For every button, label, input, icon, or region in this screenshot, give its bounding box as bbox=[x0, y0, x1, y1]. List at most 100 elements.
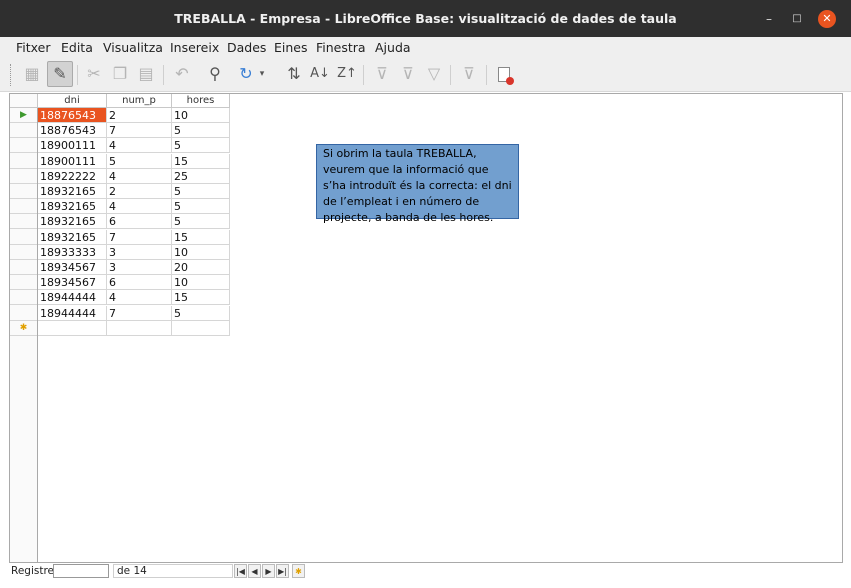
row-header[interactable] bbox=[10, 245, 37, 260]
cell-dni[interactable]: 18900111 bbox=[38, 153, 107, 169]
new-row-indicator-icon[interactable]: ✱ bbox=[10, 321, 37, 336]
cell-num-p[interactable]: 2 bbox=[107, 184, 172, 199]
sort-descending-icon[interactable]: Z↑ bbox=[335, 62, 359, 86]
row-header[interactable] bbox=[10, 260, 37, 275]
edit-data-icon[interactable]: ✎ bbox=[47, 61, 73, 87]
menu-dades[interactable]: Dades bbox=[227, 40, 266, 55]
copy-icon[interactable]: ❐ bbox=[108, 62, 132, 86]
row-header[interactable] bbox=[10, 275, 37, 291]
cell-num-p[interactable]: 4 bbox=[107, 138, 172, 154]
cell-dni[interactable]: 18932165 bbox=[38, 214, 107, 230]
cell-hores[interactable] bbox=[172, 320, 230, 336]
row-header[interactable] bbox=[10, 169, 37, 184]
menu-visualitza[interactable]: Visualitza bbox=[103, 40, 163, 55]
cell-num-p[interactable]: 6 bbox=[107, 214, 172, 230]
cell-dni[interactable]: 18876543 bbox=[38, 108, 107, 123]
menu-finestra[interactable]: Finestra bbox=[316, 40, 366, 55]
cell-num-p[interactable]: 7 bbox=[107, 229, 172, 245]
cell-num-p[interactable]: 3 bbox=[107, 244, 172, 260]
menu-edita[interactable]: Edita bbox=[61, 40, 93, 55]
cell-dni[interactable]: 18933333 bbox=[38, 244, 107, 260]
undo-icon[interactable]: ↶ bbox=[170, 62, 194, 86]
autofilter-icon[interactable]: ⊽ bbox=[370, 62, 394, 86]
cell-hores[interactable]: 20 bbox=[172, 260, 230, 275]
cell-dni[interactable]: 18876543 bbox=[38, 123, 107, 139]
cell-hores[interactable]: 15 bbox=[172, 153, 230, 169]
cell-hores[interactable]: 10 bbox=[172, 244, 230, 260]
column-header-dni[interactable]: dni bbox=[38, 94, 107, 108]
cell-num-p[interactable]: 7 bbox=[107, 305, 172, 321]
menu-insereix[interactable]: Insereix bbox=[170, 40, 219, 55]
menu-bar: Fitxer Edita Visualitza Insereix Dades E… bbox=[0, 37, 851, 58]
last-record-button[interactable]: ▶| bbox=[276, 564, 289, 578]
cell-dni[interactable]: 18944444 bbox=[38, 305, 107, 321]
standard-filter-icon[interactable]: ⊽ bbox=[396, 62, 420, 86]
record-number-input[interactable] bbox=[53, 564, 109, 578]
cell-num-p[interactable]: 4 bbox=[107, 199, 172, 215]
column-header-num-p[interactable]: num_p bbox=[107, 94, 172, 108]
previous-record-button[interactable]: ◀ bbox=[248, 564, 261, 578]
menu-fitxer[interactable]: Fitxer bbox=[16, 40, 51, 55]
cell-hores[interactable]: 5 bbox=[172, 305, 230, 321]
toolbar-separator bbox=[163, 65, 164, 85]
row-header[interactable] bbox=[10, 214, 37, 230]
cell-hores[interactable]: 25 bbox=[172, 168, 230, 184]
row-header[interactable] bbox=[10, 138, 37, 154]
cell-num-p[interactable]: 2 bbox=[107, 108, 172, 123]
cell-dni[interactable]: 18932165 bbox=[38, 184, 107, 199]
toolbar-grip[interactable] bbox=[10, 64, 14, 86]
refresh-dropdown-icon[interactable]: ▾ bbox=[256, 62, 268, 86]
cell-dni[interactable]: 18944444 bbox=[38, 290, 107, 306]
cell-num-p[interactable]: 7 bbox=[107, 123, 172, 139]
cell-dni[interactable]: 18922222 bbox=[38, 168, 107, 184]
apply-filter-icon[interactable]: ▽ bbox=[422, 62, 446, 86]
row-header[interactable] bbox=[10, 230, 37, 245]
cell-num-p[interactable]: 4 bbox=[107, 290, 172, 306]
minimize-button[interactable]: – bbox=[760, 10, 778, 28]
cell-dni[interactable]: 18932165 bbox=[38, 229, 107, 245]
cell-dni[interactable]: 18934567 bbox=[38, 275, 107, 291]
cell-hores[interactable]: 5 bbox=[172, 184, 230, 199]
cut-icon[interactable]: ✂ bbox=[82, 62, 106, 86]
find-icon[interactable]: ⚲ bbox=[203, 62, 227, 86]
new-record-button[interactable]: ✱ bbox=[292, 564, 305, 578]
row-header[interactable] bbox=[10, 199, 37, 215]
cell-dni[interactable]: 18934567 bbox=[38, 260, 107, 275]
cell-num-p[interactable]: 6 bbox=[107, 275, 172, 291]
cell-hores[interactable]: 10 bbox=[172, 108, 230, 123]
sort-ascending-icon[interactable]: A↓ bbox=[308, 62, 332, 86]
cell-num-p[interactable]: 3 bbox=[107, 260, 172, 275]
reset-filter-icon[interactable]: ⊽ bbox=[457, 62, 481, 86]
row-header[interactable] bbox=[10, 123, 37, 139]
row-header[interactable] bbox=[10, 290, 37, 306]
next-record-button[interactable]: ▶ bbox=[262, 564, 275, 578]
column-header-hores[interactable]: hores bbox=[172, 94, 230, 108]
cell-dni[interactable]: 18932165 bbox=[38, 199, 107, 215]
menu-ajuda[interactable]: Ajuda bbox=[375, 40, 411, 55]
sort-icon[interactable]: ⇅ bbox=[282, 62, 306, 86]
cell-dni[interactable] bbox=[38, 320, 107, 336]
maximize-button[interactable]: □ bbox=[788, 10, 806, 28]
cell-hores[interactable]: 5 bbox=[172, 214, 230, 230]
row-header[interactable] bbox=[10, 184, 37, 199]
cell-hores[interactable]: 10 bbox=[172, 275, 230, 291]
delete-record-icon[interactable] bbox=[492, 62, 516, 86]
cell-hores[interactable]: 5 bbox=[172, 138, 230, 154]
paste-icon[interactable]: ▤ bbox=[134, 62, 158, 86]
cell-hores[interactable]: 5 bbox=[172, 199, 230, 215]
cell-num-p[interactable]: 5 bbox=[107, 153, 172, 169]
cell-hores[interactable]: 5 bbox=[172, 123, 230, 139]
row-header[interactable] bbox=[10, 306, 37, 321]
first-record-button[interactable]: |◀ bbox=[234, 564, 247, 578]
current-row-indicator-icon[interactable]: ▶ bbox=[10, 108, 37, 123]
refresh-icon[interactable]: ↻ bbox=[234, 62, 258, 86]
cell-num-p[interactable] bbox=[107, 320, 172, 336]
cell-hores[interactable]: 15 bbox=[172, 229, 230, 245]
close-button[interactable]: ✕ bbox=[818, 10, 836, 28]
save-record-icon[interactable]: ▦ bbox=[20, 62, 44, 86]
row-header[interactable] bbox=[10, 154, 37, 169]
cell-num-p[interactable]: 4 bbox=[107, 168, 172, 184]
cell-hores[interactable]: 15 bbox=[172, 290, 230, 306]
menu-eines[interactable]: Eines bbox=[274, 40, 308, 55]
cell-dni[interactable]: 18900111 bbox=[38, 138, 107, 154]
